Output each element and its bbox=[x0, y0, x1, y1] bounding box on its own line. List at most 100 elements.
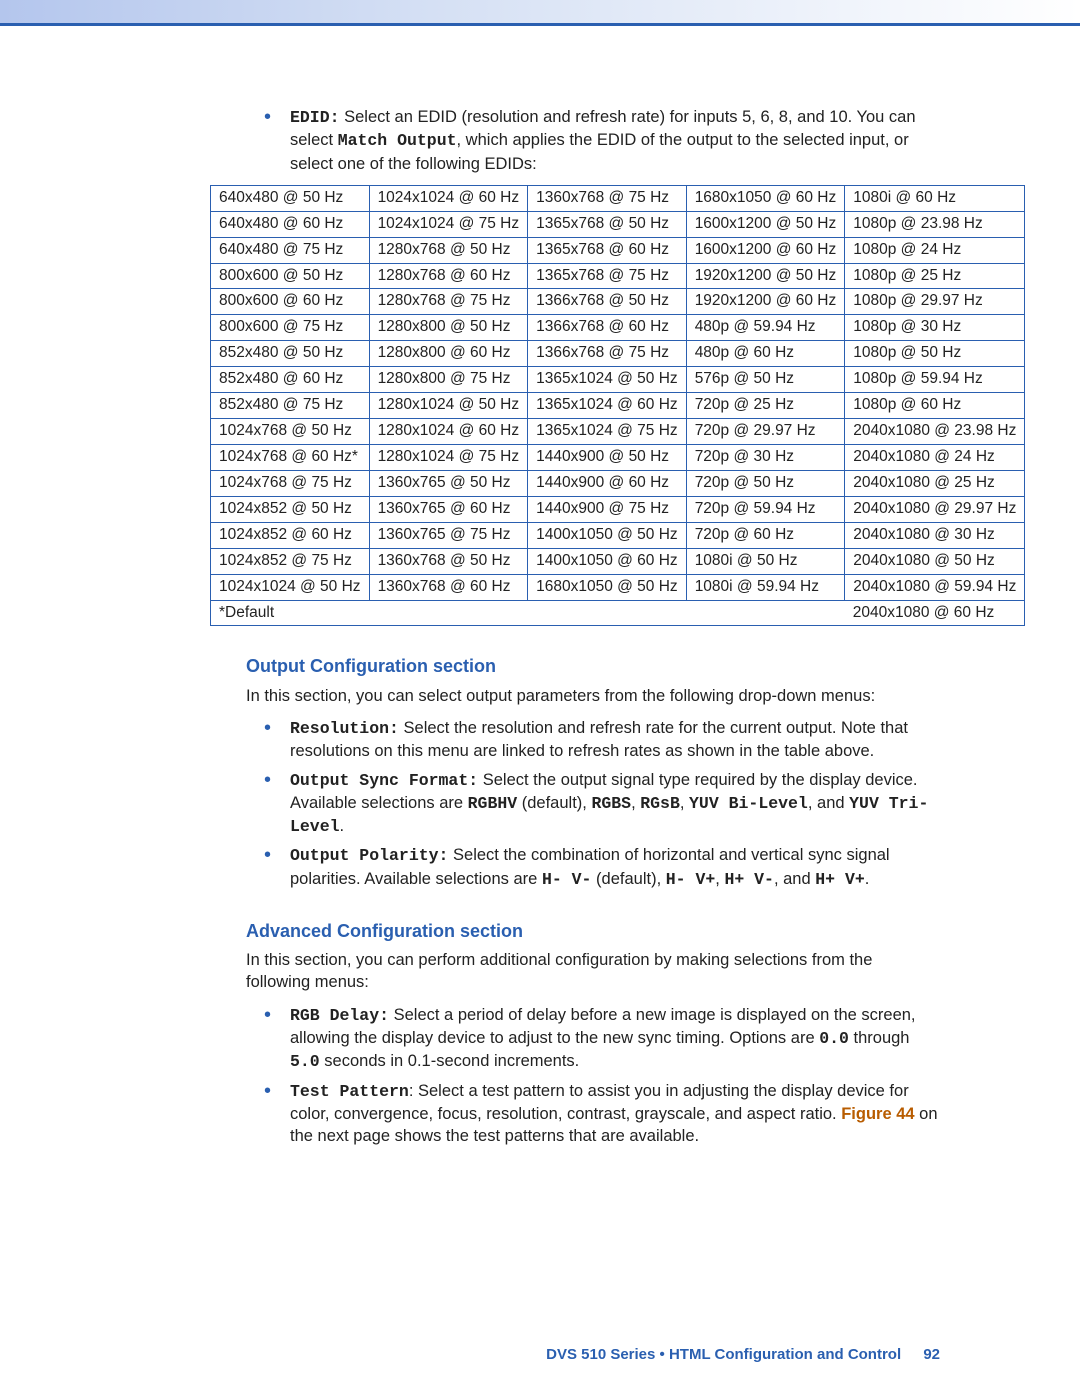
table-cell: 1680x1050 @ 60 Hz bbox=[686, 185, 845, 211]
table-cell: 2040x1080 @ 59.94 Hz bbox=[845, 574, 1025, 600]
table-cell: 2040x1080 @ 24 Hz bbox=[845, 445, 1025, 471]
table-cell: 1360x768 @ 50 Hz bbox=[369, 548, 528, 574]
footer-text: DVS 510 Series • HTML Configuration and … bbox=[546, 1346, 901, 1363]
advanced-config-heading: Advanced Configuration section bbox=[246, 919, 940, 943]
table-cell: 1024x1024 @ 50 Hz bbox=[211, 574, 370, 600]
table-cell: 1360x765 @ 75 Hz bbox=[369, 522, 528, 548]
table-cell: 1440x900 @ 50 Hz bbox=[528, 445, 687, 471]
sync-label: Output Sync Format: bbox=[290, 771, 478, 790]
table-cell: 800x600 @ 50 Hz bbox=[211, 263, 370, 289]
table-cell: 1080p @ 60 Hz bbox=[845, 393, 1025, 419]
table-cell: 1365x1024 @ 75 Hz bbox=[528, 419, 687, 445]
table-cell: 1080p @ 30 Hz bbox=[845, 315, 1025, 341]
table-row: 800x600 @ 60 Hz1280x768 @ 75 Hz1366x768 … bbox=[211, 289, 1025, 315]
table-cell: 2040x1080 @ 23.98 Hz bbox=[845, 419, 1025, 445]
table-cell: 1024x852 @ 75 Hz bbox=[211, 548, 370, 574]
table-cell: 480p @ 60 Hz bbox=[686, 341, 845, 367]
resolution-bullet: Resolution: Select the resolution and re… bbox=[290, 717, 940, 763]
output-config-heading: Output Configuration section bbox=[246, 654, 940, 678]
table-cell: 1280x800 @ 50 Hz bbox=[369, 315, 528, 341]
table-cell: 1280x1024 @ 50 Hz bbox=[369, 393, 528, 419]
table-row: 640x480 @ 75 Hz1280x768 @ 50 Hz1365x768 … bbox=[211, 237, 1025, 263]
table-cell: 1024x1024 @ 75 Hz bbox=[369, 211, 528, 237]
table-cell: 1024x768 @ 75 Hz bbox=[211, 470, 370, 496]
table-cell: 1280x800 @ 60 Hz bbox=[369, 341, 528, 367]
table-row: 1024x1024 @ 50 Hz1360x768 @ 60 Hz1680x10… bbox=[211, 574, 1025, 600]
table-row: 852x480 @ 75 Hz1280x1024 @ 50 Hz1365x102… bbox=[211, 393, 1025, 419]
footer-page-number: 92 bbox=[923, 1346, 940, 1363]
table-row: 852x480 @ 60 Hz1280x800 @ 75 Hz1365x1024… bbox=[211, 367, 1025, 393]
table-cell: 720p @ 50 Hz bbox=[686, 470, 845, 496]
table-cell: 1360x765 @ 50 Hz bbox=[369, 470, 528, 496]
table-cell: 1280x1024 @ 75 Hz bbox=[369, 445, 528, 471]
table-cell: 640x480 @ 75 Hz bbox=[211, 237, 370, 263]
table-cell: 720p @ 25 Hz bbox=[686, 393, 845, 419]
rgbdelay-label: RGB Delay: bbox=[290, 1006, 389, 1025]
table-cell: 1080p @ 59.94 Hz bbox=[845, 367, 1025, 393]
table-cell: 720p @ 59.94 Hz bbox=[686, 496, 845, 522]
table-row: 800x600 @ 75 Hz1280x800 @ 50 Hz1366x768 … bbox=[211, 315, 1025, 341]
table-cell: 1440x900 @ 75 Hz bbox=[528, 496, 687, 522]
table-cell bbox=[528, 600, 687, 626]
table-cell: 1024x768 @ 50 Hz bbox=[211, 419, 370, 445]
table-row: 1024x852 @ 50 Hz1360x765 @ 60 Hz1440x900… bbox=[211, 496, 1025, 522]
advanced-config-list: RGB Delay: Select a period of delay befo… bbox=[246, 1004, 940, 1148]
table-cell: 1280x800 @ 75 Hz bbox=[369, 367, 528, 393]
advanced-config-intro: In this section, you can perform additio… bbox=[246, 949, 940, 994]
table-cell: 1366x768 @ 50 Hz bbox=[528, 289, 687, 315]
table-cell: 1400x1050 @ 60 Hz bbox=[528, 548, 687, 574]
table-cell: 852x480 @ 50 Hz bbox=[211, 341, 370, 367]
page-content: EDID: Select an EDID (resolution and ref… bbox=[0, 106, 1080, 1197]
table-cell: 2040x1080 @ 25 Hz bbox=[845, 470, 1025, 496]
table-cell: 1080p @ 50 Hz bbox=[845, 341, 1025, 367]
table-cell: 852x480 @ 60 Hz bbox=[211, 367, 370, 393]
table-cell: 2040x1080 @ 30 Hz bbox=[845, 522, 1025, 548]
table-cell: 1080i @ 59.94 Hz bbox=[686, 574, 845, 600]
table-cell: 1080p @ 29.97 Hz bbox=[845, 289, 1025, 315]
edid-label: EDID: bbox=[290, 108, 340, 127]
polarity-bullet: Output Polarity: Select the combination … bbox=[290, 844, 940, 891]
table-cell: 1365x768 @ 50 Hz bbox=[528, 211, 687, 237]
table-cell: 1366x768 @ 75 Hz bbox=[528, 341, 687, 367]
table-cell: 800x600 @ 75 Hz bbox=[211, 315, 370, 341]
table-cell: 640x480 @ 60 Hz bbox=[211, 211, 370, 237]
testpattern-label: Test Pattern bbox=[290, 1082, 409, 1101]
table-cell: 1360x768 @ 75 Hz bbox=[528, 185, 687, 211]
table-cell: 1280x768 @ 75 Hz bbox=[369, 289, 528, 315]
table-row: 1024x852 @ 75 Hz1360x768 @ 50 Hz1400x105… bbox=[211, 548, 1025, 574]
table-cell: 2040x1080 @ 29.97 Hz bbox=[845, 496, 1025, 522]
table-cell: 1024x852 @ 50 Hz bbox=[211, 496, 370, 522]
table-cell: 1365x1024 @ 50 Hz bbox=[528, 367, 687, 393]
table-cell: 720p @ 30 Hz bbox=[686, 445, 845, 471]
edid-match-output: Match Output bbox=[338, 131, 457, 150]
table-cell bbox=[686, 600, 845, 626]
table-cell: 1365x768 @ 75 Hz bbox=[528, 263, 687, 289]
table-cell: 1080p @ 25 Hz bbox=[845, 263, 1025, 289]
table-cell: 2040x1080 @ 50 Hz bbox=[845, 548, 1025, 574]
table-cell: 2040x1080 @ 60 Hz bbox=[845, 600, 1025, 626]
table-cell: 1680x1050 @ 50 Hz bbox=[528, 574, 687, 600]
table-cell: 1080p @ 23.98 Hz bbox=[845, 211, 1025, 237]
table-cell bbox=[369, 600, 528, 626]
edid-bullet-list: EDID: Select an EDID (resolution and ref… bbox=[246, 106, 940, 175]
table-row: 1024x768 @ 60 Hz*1280x1024 @ 75 Hz1440x9… bbox=[211, 445, 1025, 471]
table-cell: *Default bbox=[211, 600, 370, 626]
table-row: *Default 2040x1080 @ 60 Hz bbox=[211, 600, 1025, 626]
table-cell: 1080p @ 24 Hz bbox=[845, 237, 1025, 263]
syncformat-bullet: Output Sync Format: Select the output si… bbox=[290, 769, 940, 839]
table-cell: 1920x1200 @ 60 Hz bbox=[686, 289, 845, 315]
rgbdelay-bullet: RGB Delay: Select a period of delay befo… bbox=[290, 1004, 940, 1074]
table-row: 852x480 @ 50 Hz1280x800 @ 60 Hz1366x768 … bbox=[211, 341, 1025, 367]
table-cell: 800x600 @ 60 Hz bbox=[211, 289, 370, 315]
table-cell: 1600x1200 @ 50 Hz bbox=[686, 211, 845, 237]
table-cell: 1360x768 @ 60 Hz bbox=[369, 574, 528, 600]
table-cell: 1280x768 @ 50 Hz bbox=[369, 237, 528, 263]
table-cell: 1080i @ 50 Hz bbox=[686, 548, 845, 574]
edid-table: 640x480 @ 50 Hz1024x1024 @ 60 Hz1360x768… bbox=[210, 185, 1025, 627]
table-cell: 1080i @ 60 Hz bbox=[845, 185, 1025, 211]
table-cell: 1360x765 @ 60 Hz bbox=[369, 496, 528, 522]
table-cell: 1440x900 @ 60 Hz bbox=[528, 470, 687, 496]
header-gradient-bar bbox=[0, 0, 1080, 26]
table-row: 1024x852 @ 60 Hz1360x765 @ 75 Hz1400x105… bbox=[211, 522, 1025, 548]
table-cell: 1365x1024 @ 60 Hz bbox=[528, 393, 687, 419]
